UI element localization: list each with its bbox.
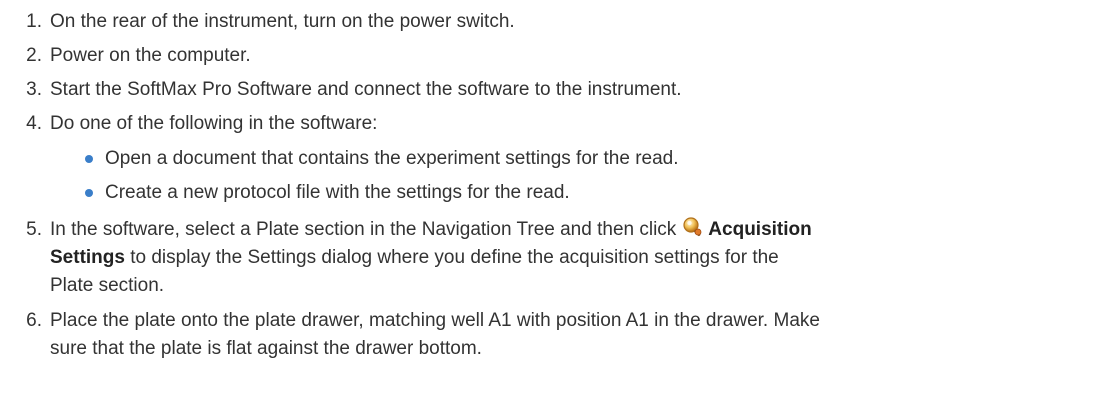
bullet-text: Open a document that contains the experi… xyxy=(105,148,679,169)
step-text: On the rear of the instrument, turn on t… xyxy=(50,11,515,32)
step-text: In the software, select a Plate section … xyxy=(50,216,1104,243)
step-text-after: to display the Settings dialog where you… xyxy=(130,247,779,268)
step-text: Start the SoftMax Pro Software and conne… xyxy=(50,79,682,100)
step-text: Settings to display the Settings dialog … xyxy=(50,244,1104,271)
acquisition-settings-label-2: Settings xyxy=(50,247,125,268)
step-text-before: In the software, select a Plate section … xyxy=(50,219,677,240)
step-number: 4. xyxy=(26,113,42,134)
step-text: Power on the computer. xyxy=(50,45,251,66)
step-number: 3. xyxy=(26,79,42,100)
bullet-dot xyxy=(85,189,93,197)
bullet-dot xyxy=(85,155,93,163)
step-number: 2. xyxy=(26,45,42,66)
step-text: Do one of the following in the software: xyxy=(50,113,378,134)
bullet-text: Create a new protocol file with the sett… xyxy=(105,182,570,203)
step-text-end: Plate section. xyxy=(50,275,165,296)
step-number: 1. xyxy=(26,11,42,32)
acquisition-settings-label-1: Acquisition xyxy=(708,219,812,240)
acquisition-settings-icon xyxy=(683,217,702,237)
step-text-line-1: Place the plate onto the plate drawer, m… xyxy=(50,310,820,331)
step-number: 6. xyxy=(26,310,42,331)
step-number: 5. xyxy=(26,219,42,240)
step-text-line-2: sure that the plate is flat against the … xyxy=(50,338,482,359)
